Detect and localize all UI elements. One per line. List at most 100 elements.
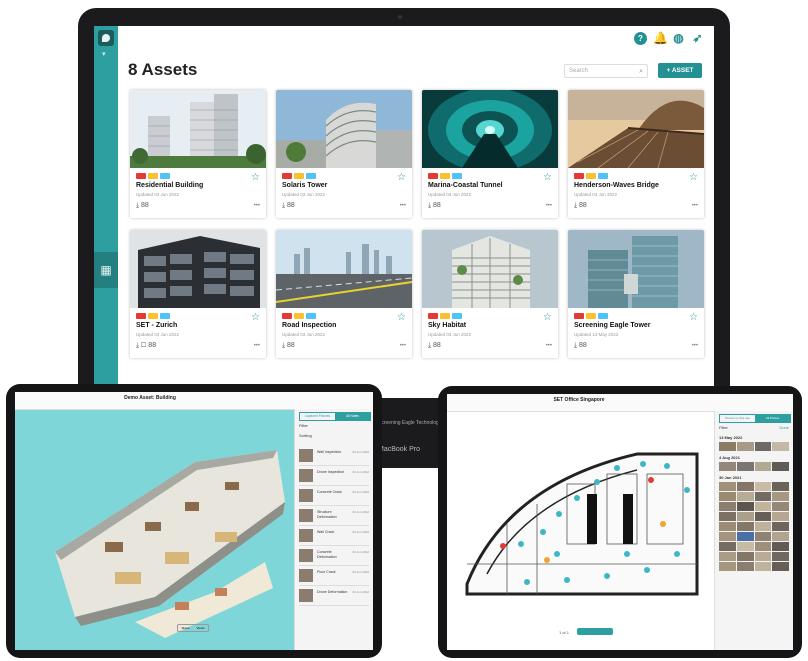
star-icon[interactable]: ☆ — [543, 313, 552, 323]
list-item[interactable]: Concrete Crack 03 Jun 2022 — [299, 487, 369, 506]
add-asset-button[interactable]: + ASSET — [658, 63, 702, 78]
photo-thumb[interactable] — [719, 482, 736, 491]
photo-thumb[interactable] — [754, 482, 772, 491]
asset-card[interactable]: ☆ SET - Zurich Updated 03 Jun 2022 ⤓ ▢ 8… — [130, 230, 266, 358]
photo-thumb[interactable] — [772, 522, 789, 531]
photo-thumb[interactable] — [754, 502, 772, 511]
more-icon[interactable]: ••• — [400, 343, 406, 349]
assets-grid-icon[interactable]: ▦ — [94, 252, 118, 288]
photo-thumb[interactable] — [719, 522, 736, 531]
filter-label[interactable]: Filter — [719, 425, 728, 430]
globe-icon[interactable]: ◍ — [672, 32, 685, 45]
asset-card[interactable]: ☆ Solaris Tower Updated 03 Jun 2022 ⤓ 88… — [276, 90, 412, 218]
list-item[interactable]: Floor Crack 03 Jun 2022 — [299, 567, 369, 586]
photo-thumb[interactable] — [719, 542, 736, 551]
tab-captured-pictures[interactable]: Captured Pictures — [300, 413, 335, 420]
list-item[interactable]: Concrete Deformation 03 Jun 2022 — [299, 547, 369, 566]
bell-icon[interactable]: 🔔 — [653, 32, 668, 45]
photo-thumb[interactable] — [719, 502, 736, 511]
search-input[interactable]: Search ⌕ — [564, 64, 648, 78]
toggle-views[interactable]: Views — [193, 625, 208, 631]
photo-thumb[interactable] — [736, 542, 754, 551]
note-label: Structure Deformation — [317, 510, 337, 519]
photo-thumb[interactable] — [754, 462, 772, 471]
photo-thumb[interactable] — [736, 442, 754, 451]
photo-thumb[interactable] — [719, 552, 736, 561]
asset-card[interactable]: ☆ Sky Habitat Updated 03 Jun 2022 ⤓ 88 •… — [422, 230, 558, 358]
star-icon[interactable]: ☆ — [689, 313, 698, 323]
photo-thumb[interactable] — [754, 492, 772, 501]
list-item[interactable]: Drone Deformation 03 Jun 2022 — [299, 587, 369, 606]
more-icon[interactable]: ••• — [692, 343, 698, 349]
notes-segmented-control[interactable]: Captured Pictures All Notes — [299, 412, 371, 421]
star-icon[interactable]: ☆ — [397, 313, 406, 323]
photo-thumb[interactable] — [719, 462, 736, 471]
done-button[interactable]: Done — [779, 425, 789, 430]
photo-thumb[interactable] — [772, 462, 789, 471]
photo-thumb[interactable] — [772, 562, 789, 571]
photo-thumb[interactable] — [754, 562, 772, 571]
photo-thumb[interactable] — [719, 492, 736, 501]
asset-card[interactable]: ☆ Road Inspection Updated 03 Jun 2022 ⤓ … — [276, 230, 412, 358]
list-item[interactable]: Structure Deformation 03 Jun 2022 — [299, 507, 369, 526]
tab-photos-on-site[interactable]: Photos on this site — [720, 415, 755, 422]
photo-thumb[interactable] — [754, 512, 772, 521]
photo-thumb[interactable] — [772, 502, 789, 511]
filter-label[interactable]: Filter — [299, 423, 308, 428]
photo-thumb[interactable] — [719, 562, 736, 571]
photo-thumb[interactable] — [736, 522, 754, 531]
photo-thumb[interactable] — [754, 442, 772, 451]
more-icon[interactable]: ••• — [254, 343, 260, 349]
photos-segmented-control[interactable]: Photos on this site All Photos — [719, 414, 791, 423]
asset-card[interactable]: ☆ Marina-Coastal Tunnel Updated 03 Jun 2… — [422, 90, 558, 218]
photo-thumb[interactable] — [736, 502, 754, 511]
tab-all-notes[interactable]: All Notes — [335, 413, 370, 420]
more-icon[interactable]: ••• — [546, 343, 552, 349]
toggle-slices[interactable]: Slices — [178, 625, 193, 631]
list-item[interactable]: Wall Crack 03 Jun 2022 — [299, 527, 369, 546]
photo-thumb[interactable] — [772, 512, 789, 521]
photo-thumb[interactable] — [719, 532, 736, 541]
more-icon[interactable]: ••• — [546, 203, 552, 209]
photo-thumb[interactable] — [719, 512, 736, 521]
photo-thumb[interactable] — [719, 442, 736, 451]
list-item[interactable]: Drone Inspection 03 Jun 2022 — [299, 467, 369, 486]
photo-thumb[interactable] — [772, 492, 789, 501]
asset-card[interactable]: ☆ Henderson-Waves Bridge Updated 03 Jun … — [568, 90, 704, 218]
more-icon[interactable]: ••• — [254, 203, 260, 209]
view-toggle[interactable]: Slices Views — [177, 624, 209, 632]
star-icon[interactable]: ☆ — [251, 173, 260, 183]
photo-thumb[interactable] — [772, 532, 789, 541]
list-item[interactable]: Wall Inspection 03 Jun 2022 — [299, 447, 369, 466]
star-icon[interactable]: ☆ — [689, 173, 698, 183]
photo-thumb[interactable] — [736, 492, 754, 501]
app-logo-icon[interactable] — [98, 30, 114, 46]
photo-thumb[interactable] — [736, 552, 754, 561]
star-icon[interactable]: ☆ — [251, 313, 260, 323]
eagle-icon[interactable]: ➶ — [691, 32, 704, 45]
photo-thumb[interactable] — [772, 552, 789, 561]
photo-thumb[interactable] — [772, 542, 789, 551]
photo-thumb[interactable] — [736, 462, 754, 471]
photo-thumb[interactable] — [736, 532, 754, 541]
photo-thumb[interactable] — [772, 482, 789, 491]
photo-thumb[interactable] — [736, 562, 754, 571]
help-icon[interactable]: ? — [634, 32, 647, 45]
more-icon[interactable]: ••• — [692, 203, 698, 209]
more-icon[interactable]: ••• — [400, 203, 406, 209]
photo-thumb[interactable] — [736, 512, 754, 521]
star-icon[interactable]: ☆ — [543, 173, 552, 183]
photo-thumb[interactable] — [754, 542, 772, 551]
sorting-label[interactable]: Sorting — [299, 433, 312, 438]
page-action-button[interactable] — [577, 628, 613, 635]
photo-thumb[interactable] — [754, 552, 772, 561]
photo-thumb[interactable] — [772, 442, 789, 451]
asset-card[interactable]: ☆ Residential Building Updated 03 Jun 20… — [130, 90, 266, 218]
asset-card[interactable]: ☆ Screening Eagle Tower Updated 13 May 2… — [568, 230, 704, 358]
photo-thumb[interactable] — [736, 482, 754, 491]
tab-all-photos[interactable]: All Photos — [755, 415, 790, 422]
photo-thumb[interactable] — [754, 522, 772, 531]
star-icon[interactable]: ☆ — [397, 173, 406, 183]
photo-thumb[interactable] — [754, 532, 772, 541]
chevron-down-icon[interactable]: ▾ — [102, 50, 106, 58]
